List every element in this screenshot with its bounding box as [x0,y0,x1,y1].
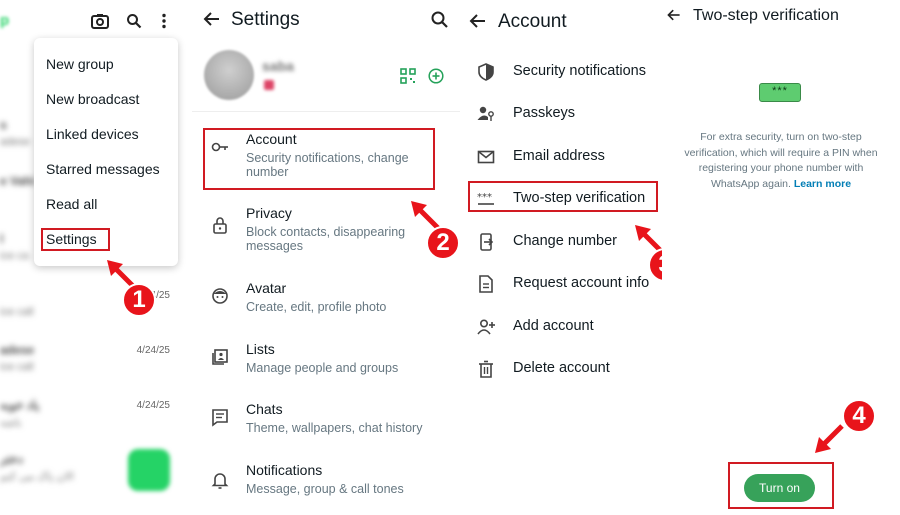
account-item-delete-account[interactable]: Delete account [462,357,662,393]
account-item-passkeys[interactable]: Passkeys [462,102,662,138]
back-arrow-icon[interactable] [202,9,222,29]
two-step-highlight [468,181,658,212]
page-title: Two-step verification [693,7,839,24]
menu-item-new-group[interactable]: New group [46,56,114,72]
menu-item-new-broadcast[interactable]: New broadcast [46,91,139,107]
settings-panel: Settings saba Account Security notificat… [192,0,460,515]
settings-item-title: Privacy [246,205,292,221]
two-step-description: For extra security, turn on two-step ver… [684,131,878,190]
chat-row[interactable]: یاد خوبه باشه 4/24/25 [0,392,180,440]
account-item-add-account[interactable]: Add account [462,315,662,351]
mail-icon [477,150,495,164]
profile-name: saba [262,58,294,74]
step-badge: 4 [842,399,876,433]
two-step-panel: Two-step verification *** For extra secu… [662,0,900,515]
menu-item-read-all[interactable]: Read all [46,196,97,212]
back-arrow-icon[interactable] [468,11,488,31]
more-options-icon[interactable] [153,10,175,32]
camera-icon[interactable] [89,10,111,32]
chats-panel: p s adese e Vahi l ice ca ice call 4/24/… [0,0,190,515]
chat-date: 4/24/25 [136,345,170,356]
settings-item-subtitle: Manage people and groups [246,361,399,375]
settings-item-avatar[interactable]: Avatar Create, edit, profile photo [192,280,460,338]
qr-code-icon[interactable] [400,68,416,84]
app-logo: p [0,12,10,29]
menu-item-starred-messages[interactable]: Starred messages [46,161,160,177]
avatar [204,50,254,100]
new-chat-fab[interactable] [128,449,170,491]
trash-icon [479,360,493,378]
settings-item-lists[interactable]: Lists Manage people and groups [192,341,460,399]
chat-icon [212,409,228,427]
passkey-icon [477,106,494,121]
step-badge: 2 [426,226,460,260]
change-number-icon [480,233,494,251]
settings-item-title: Notifications [246,462,323,478]
shield-icon [478,63,494,81]
add-person-icon [477,319,495,335]
chat-row[interactable]: adese ice call 4/24/25 [0,337,180,385]
account-header: Account [462,0,662,40]
add-circle-icon[interactable] [428,68,444,84]
search-icon[interactable] [430,10,450,30]
page-title: Settings [231,9,300,30]
settings-item-title: Avatar [246,280,287,296]
search-icon[interactable] [123,10,145,32]
account-highlight [203,128,435,190]
settings-item-subtitle: Create, edit, profile photo [246,300,387,314]
settings-item-chats[interactable]: Chats Theme, wallpapers, chat history [192,401,460,459]
settings-item-title: Lists [246,341,275,357]
pin-illustration: *** [759,83,801,102]
account-panel: Account Security notifications Passkeys … [462,0,662,515]
account-item-email-address[interactable]: Email address [462,145,662,181]
settings-item-notifications[interactable]: Notifications Message, group & call tone… [192,462,460,515]
account-item-security-notifications[interactable]: Security notifications [462,60,662,96]
settings-item-subtitle: Theme, wallpapers, chat history [246,421,423,435]
document-icon [479,275,493,293]
back-arrow-icon[interactable] [666,7,682,23]
turn-on-highlight [728,462,834,509]
page-title: Account [498,11,567,32]
account-item-request-account-info[interactable]: Request account info [462,272,662,308]
settings-item-title: Chats [246,401,283,417]
avatar-face-icon [212,288,228,304]
profile-status [264,80,274,90]
bell-icon [211,473,229,489]
settings-highlight [41,228,110,251]
settings-header: Settings [192,0,460,40]
chat-date: 4/24/25 [136,400,170,411]
step-arrow [815,424,844,453]
menu-item-linked-devices[interactable]: Linked devices [46,126,139,142]
settings-item-subtitle: Message, group & call tones [246,482,404,496]
learn-more-link[interactable]: Learn more [794,178,851,190]
two-step-header: Two-step verification [662,0,900,40]
step-badge: 1 [122,283,156,317]
chats-topbar: p [0,0,190,40]
lock-icon [213,217,227,234]
profile-card[interactable]: saba [192,42,460,112]
lists-icon [212,349,228,365]
